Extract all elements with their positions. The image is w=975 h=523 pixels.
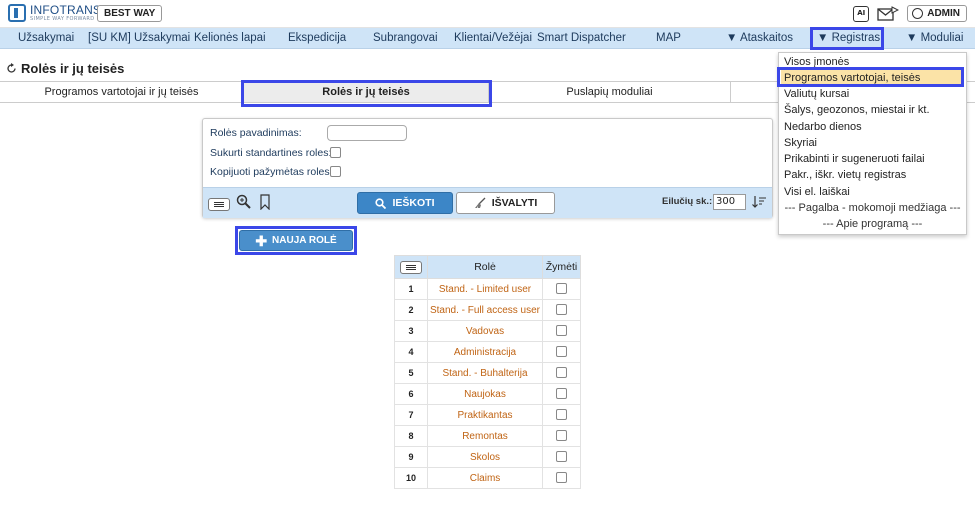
menu-ekspedicija[interactable]: Ekspedicija bbox=[288, 28, 346, 49]
row-checkbox[interactable] bbox=[556, 430, 567, 442]
registras-dropdown: Visos įmonės Programos vartotojai, teisė… bbox=[778, 52, 967, 235]
role-link[interactable]: Stand. - Full access user bbox=[427, 299, 543, 321]
table-row: 1 Stand. - Limited user bbox=[394, 278, 581, 300]
table-row: 3 Vadovas bbox=[394, 320, 581, 342]
refresh-icon[interactable] bbox=[6, 63, 17, 74]
menu-item-countries[interactable]: Šalys, geozonos, miestai ir kt. bbox=[784, 102, 930, 118]
row-checkbox[interactable] bbox=[556, 304, 567, 316]
table-menu-icon[interactable] bbox=[400, 260, 422, 274]
page-title: Rolės ir jų teisės bbox=[6, 61, 124, 76]
role-link[interactable]: Remontas bbox=[427, 425, 543, 447]
role-name-input[interactable] bbox=[327, 125, 407, 141]
table-row: 7 Praktikantas bbox=[394, 404, 581, 426]
table-row: 2 Stand. - Full access user bbox=[394, 299, 581, 321]
user-icon bbox=[912, 8, 924, 19]
menu-klientai-vezejai[interactable]: Klientai/Vežėjai bbox=[454, 28, 532, 49]
menu-item-currency-rates[interactable]: Valiutų kursai bbox=[784, 86, 849, 102]
tab-roles[interactable]: Rolės ir jų teisės bbox=[244, 82, 489, 102]
broom-icon bbox=[474, 197, 486, 208]
table-row: 4 Administracija bbox=[394, 341, 581, 363]
row-checkbox[interactable] bbox=[556, 325, 567, 337]
role-link[interactable]: Skolos bbox=[427, 446, 543, 468]
row-checkbox[interactable] bbox=[556, 388, 567, 400]
row-checkbox[interactable] bbox=[556, 346, 567, 358]
company-button[interactable]: BEST WAY bbox=[97, 5, 163, 22]
column-header-role[interactable]: Rolė bbox=[427, 255, 543, 279]
menu-subrangovai[interactable]: Subrangovai bbox=[373, 28, 438, 49]
table-row: 6 Naujokas bbox=[394, 383, 581, 405]
logo-text: INFOTRANS bbox=[30, 3, 102, 17]
menu-item-about[interactable]: --- Apie programą --- bbox=[779, 216, 966, 232]
user-label: ADMIN bbox=[927, 8, 960, 19]
table-row: 8 Remontas bbox=[394, 425, 581, 447]
main-menu: Užsakymai [SU KM] Užsakymai Kelionės lap… bbox=[0, 28, 975, 49]
menu-item-all-companies[interactable]: Visos įmonės bbox=[784, 54, 849, 70]
ai-icon[interactable]: AI bbox=[853, 5, 870, 22]
search-icon bbox=[375, 197, 387, 209]
list-menu-icon[interactable] bbox=[208, 197, 230, 211]
row-checkbox[interactable] bbox=[556, 367, 567, 379]
role-link[interactable]: Vadovas bbox=[427, 320, 543, 342]
role-link[interactable]: Claims bbox=[427, 467, 543, 489]
role-link[interactable]: Stand. - Limited user bbox=[427, 278, 543, 300]
menu-map[interactable]: MAP bbox=[656, 28, 681, 49]
copy-marked-checkbox[interactable] bbox=[330, 166, 341, 177]
menu-ataskaitos[interactable]: ▼ Ataskaitos bbox=[726, 28, 793, 49]
table-row: 9 Skolos bbox=[394, 446, 581, 468]
new-role-button[interactable]: ✚ NAUJA ROLĖ bbox=[239, 230, 353, 251]
menu-registras[interactable]: ▼ Registras bbox=[817, 28, 880, 49]
menu-item-departments[interactable]: Skyriai bbox=[784, 135, 817, 151]
search-toolbar: IEŠKOTI IŠVALYTI Eilučių sk.: 300 bbox=[203, 187, 772, 218]
table-menu-cell bbox=[394, 255, 428, 279]
row-checkbox[interactable] bbox=[556, 409, 567, 421]
roles-table: Rolė Žymėti 1 Stand. - Limited user 2 Stan… bbox=[394, 255, 581, 489]
tab-program-users[interactable]: Programos vartotojai ir jų teisės bbox=[0, 82, 244, 102]
role-link[interactable]: Stand. - Buhalterija bbox=[427, 362, 543, 384]
row-checkbox[interactable] bbox=[556, 451, 567, 463]
sort-icon[interactable] bbox=[751, 194, 767, 210]
row-checkbox[interactable] bbox=[556, 283, 567, 295]
menu-su-km-uzsakymai[interactable]: [SU KM] Užsakymai bbox=[88, 28, 190, 49]
menu-uzsakymai[interactable]: Užsakymai bbox=[18, 28, 74, 49]
logo-tagline: SIMPLE WAY FORWARD bbox=[30, 16, 95, 22]
role-link[interactable]: Naujokas bbox=[427, 383, 543, 405]
menu-moduliai[interactable]: ▼ Moduliai bbox=[906, 28, 963, 49]
logo-icon bbox=[8, 4, 26, 22]
menu-item-help[interactable]: --- Pagalba - mokomoji medžiaga --- bbox=[779, 200, 966, 216]
mail-icon[interactable] bbox=[877, 5, 900, 22]
menu-keliones-lapai[interactable]: Kelionės lapai bbox=[194, 28, 266, 49]
create-standard-label: Sukurti standartines roles: bbox=[210, 147, 332, 159]
top-bar: INFOTRANS SIMPLE WAY FORWARD BEST WAY AI… bbox=[0, 0, 975, 28]
infotrans-logo[interactable]: INFOTRANS SIMPLE WAY FORWARD bbox=[8, 4, 101, 22]
clear-button[interactable]: IŠVALYTI bbox=[456, 192, 555, 214]
menu-item-emails[interactable]: Visi el. laiškai bbox=[784, 184, 850, 200]
role-name-label: Rolės pavadinimas: bbox=[210, 127, 302, 139]
table-row: 10 Claims bbox=[394, 467, 581, 489]
zoom-icon[interactable] bbox=[236, 194, 252, 210]
role-link[interactable]: Praktikantas bbox=[427, 404, 543, 426]
plus-icon: ✚ bbox=[255, 232, 268, 249]
menu-item-loading-places[interactable]: Pakr., iškr. vietų registras bbox=[784, 167, 906, 183]
menu-item-holidays[interactable]: Nedarbo dienos bbox=[784, 119, 862, 135]
tab-page-modules[interactable]: Puslapių moduliai bbox=[489, 82, 731, 102]
search-panel: Rolės pavadinimas: Sukurti standartines … bbox=[202, 118, 773, 218]
menu-item-files[interactable]: Prikabinti ir sugeneruoti failai bbox=[784, 151, 925, 167]
create-standard-checkbox[interactable] bbox=[330, 147, 341, 158]
menu-smart-dispatcher[interactable]: Smart Dispatcher bbox=[537, 28, 626, 49]
bookmark-icon[interactable] bbox=[259, 194, 271, 210]
user-menu-button[interactable]: ADMIN bbox=[907, 5, 967, 22]
rows-count-label: Eilučių sk.: bbox=[662, 196, 713, 207]
search-button[interactable]: IEŠKOTI bbox=[357, 192, 453, 214]
copy-marked-label: Kopijuoti pažymėtas roles: bbox=[210, 166, 333, 178]
row-checkbox[interactable] bbox=[556, 472, 567, 484]
menu-item-program-users[interactable]: Programos vartotojai, teisės bbox=[781, 70, 964, 86]
rows-count-input[interactable]: 300 bbox=[713, 194, 746, 210]
table-row: 5 Stand. - Buhalterija bbox=[394, 362, 581, 384]
role-link[interactable]: Administracija bbox=[427, 341, 543, 363]
column-header-mark[interactable]: Žymėti bbox=[542, 255, 581, 279]
